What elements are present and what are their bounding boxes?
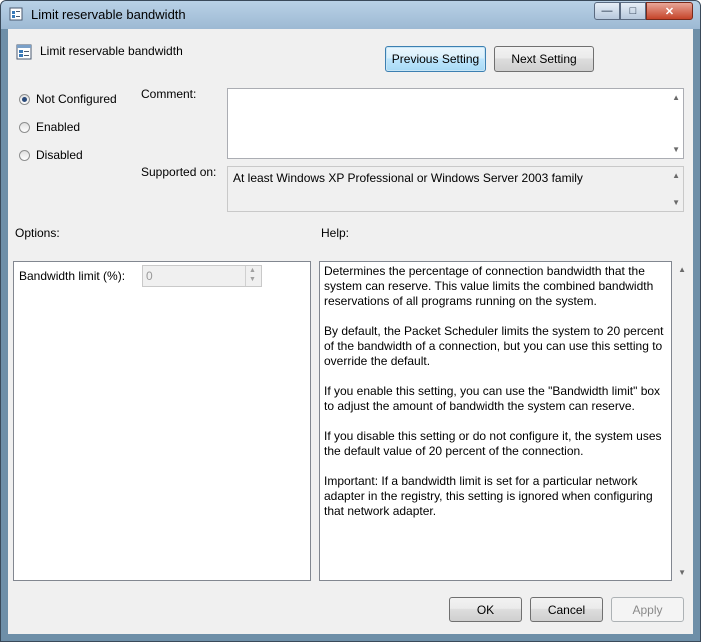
help-paragraph: Important: If a bandwidth limit is set f… (324, 474, 653, 518)
help-paragraph: If you enable this setting, you can use … (324, 384, 661, 413)
policy-setting-window: Limit reservable bandwidth — □ ✕ Limit r… (0, 0, 701, 642)
supported-on-field: At least Windows XP Professional or Wind… (227, 166, 684, 212)
policy-setting-icon (16, 44, 32, 60)
scroll-down-icon[interactable]: ▼ (678, 568, 686, 577)
help-text: Determines the percentage of connection … (324, 264, 668, 534)
policy-setting-icon (9, 7, 23, 21)
title-bar[interactable]: Limit reservable bandwidth — □ ✕ (1, 1, 700, 29)
minimize-button[interactable]: — (594, 2, 620, 20)
supported-on-value: At least Windows XP Professional or Wind… (233, 171, 583, 185)
options-panel (13, 261, 311, 581)
next-setting-button[interactable]: Next Setting (494, 46, 594, 72)
enabled-radio[interactable] (19, 122, 30, 133)
bandwidth-limit-label: Bandwidth limit (%): (19, 269, 126, 283)
scroll-down-icon[interactable]: ▼ (672, 198, 680, 207)
dialog-body: Limit reservable bandwidth Previous Sett… (8, 29, 693, 634)
maximize-button[interactable]: □ (620, 2, 646, 20)
scroll-down-icon[interactable]: ▼ (672, 145, 680, 154)
not-configured-radio[interactable] (19, 94, 30, 105)
ok-button[interactable]: OK (449, 597, 522, 622)
comment-scrollbar[interactable]: ▲ ▼ (667, 89, 683, 158)
help-scrollbar[interactable]: ▲ ▼ (673, 261, 689, 581)
supported-scrollbar[interactable]: ▲ ▼ (667, 167, 683, 211)
options-section-label: Options: (15, 226, 60, 240)
cancel-button[interactable]: Cancel (530, 597, 603, 622)
disabled-radio[interactable] (19, 150, 30, 161)
bandwidth-limit-spinner[interactable]: 0 ▲ ▼ (142, 265, 262, 287)
not-configured-label[interactable]: Not Configured (36, 92, 117, 106)
disabled-label[interactable]: Disabled (36, 148, 83, 162)
setting-name: Limit reservable bandwidth (40, 44, 183, 58)
previous-setting-button[interactable]: Previous Setting (385, 46, 486, 72)
help-panel: Determines the percentage of connection … (319, 261, 672, 581)
scroll-up-icon[interactable]: ▲ (672, 171, 680, 180)
scroll-up-icon[interactable]: ▲ (678, 265, 686, 274)
help-section-label: Help: (321, 226, 350, 240)
comment-field[interactable]: ▲ ▼ (227, 88, 684, 159)
enabled-label[interactable]: Enabled (36, 120, 80, 134)
scroll-up-icon[interactable]: ▲ (672, 93, 680, 102)
supported-on-label: Supported on: (141, 165, 217, 179)
spinner-buttons[interactable]: ▲ ▼ (245, 266, 261, 286)
comment-label: Comment: (141, 87, 197, 101)
maximize-icon: □ (629, 5, 637, 17)
minimize-icon: — (601, 5, 613, 17)
spin-up-icon[interactable]: ▲ (249, 267, 256, 274)
apply-button[interactable]: Apply (611, 597, 684, 622)
bandwidth-limit-value: 0 (146, 269, 153, 283)
help-paragraph: If you disable this setting or do not co… (324, 429, 662, 458)
window-title: Limit reservable bandwidth (31, 7, 186, 22)
spin-down-icon[interactable]: ▼ (249, 276, 256, 283)
close-icon: ✕ (664, 5, 675, 18)
help-paragraph: By default, the Packet Scheduler limits … (324, 324, 664, 368)
help-paragraph: Determines the percentage of connection … (324, 264, 654, 308)
close-button[interactable]: ✕ (646, 2, 693, 20)
